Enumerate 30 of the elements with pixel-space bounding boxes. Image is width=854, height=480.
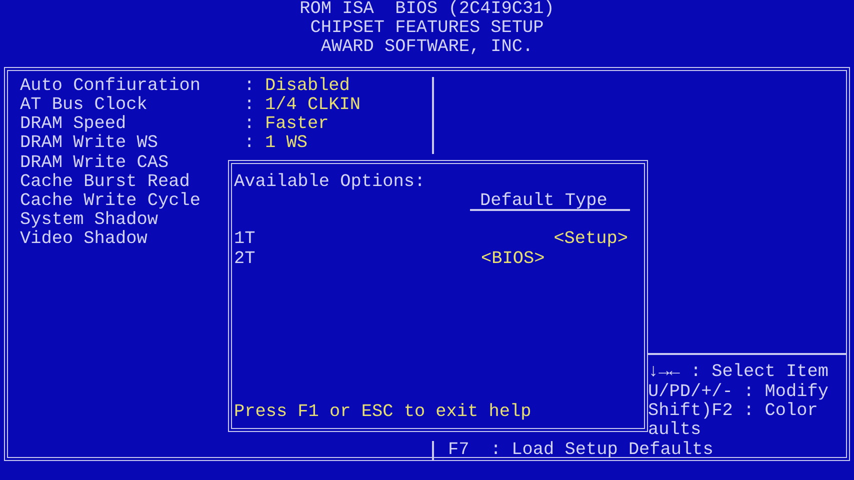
setting-label: Cache Write Cycle (20, 192, 202, 211)
option-label: 1T (234, 230, 256, 250)
default-type: <BIOS> (480, 250, 546, 269)
header-title: CHIPSET FEATURES SETUP (310, 19, 544, 38)
setting-label: System Shadow (20, 211, 159, 230)
setting-value[interactable]: 1 WS (265, 134, 308, 154)
setting-label: AT Bus Clock (20, 96, 148, 115)
key-help-text: U/PD/+/- : Modify (648, 382, 830, 402)
separator-colon: : (244, 76, 256, 96)
setting-value[interactable]: 1/4 CLKIN (265, 96, 361, 116)
header-title: ROM ISA BIOS (2C4I9C31) (300, 0, 554, 20)
key-help-text: ↓→← : Select Item (648, 363, 830, 383)
key-help-text: F7 : Load Setup Defaults (448, 440, 714, 460)
setting-value[interactable]: Faster (265, 115, 329, 134)
setting-label: DRAM Write WS (20, 134, 159, 154)
help-footer-text: Press F1 or ESC to exit help (234, 403, 532, 422)
header-title: AWARD SOFTWARE, INC. (320, 38, 534, 58)
setting-label: DRAM Speed (20, 115, 128, 134)
key-help-text: Shift)F2 : Color (648, 402, 819, 421)
setting-value[interactable]: Disabled (265, 76, 350, 96)
separator-colon: : (244, 115, 256, 134)
separator-colon: : (244, 96, 256, 116)
setting-label: Auto Confiuration (20, 76, 202, 96)
default-type: <Setup> (552, 230, 629, 250)
column-heading: Default Type (470, 192, 630, 212)
setting-label: DRAM Write CAS (20, 154, 170, 173)
option-label: 2T (234, 250, 256, 269)
key-help-text: aults (648, 420, 702, 440)
separator-colon: : (244, 134, 256, 154)
popup-title: Available Options: (234, 172, 426, 192)
